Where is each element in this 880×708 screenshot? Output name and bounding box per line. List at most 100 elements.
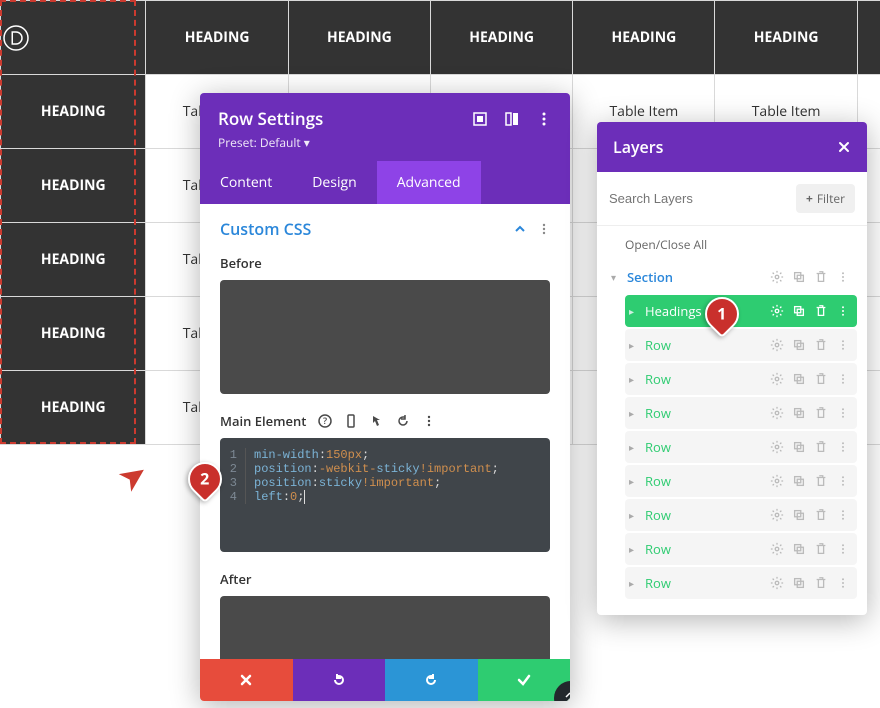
divi-logo-icon <box>1 23 31 53</box>
gear-icon[interactable] <box>769 439 785 455</box>
duplicate-icon[interactable] <box>791 405 807 421</box>
preset-label[interactable]: Preset: Default ▾ <box>218 134 552 151</box>
undo-button[interactable] <box>293 659 386 701</box>
duplicate-icon[interactable] <box>791 303 807 319</box>
duplicate-icon[interactable] <box>791 575 807 591</box>
layers-panel: Layers +Filter Open/Close All ▾ Section … <box>597 122 867 615</box>
redo-button[interactable] <box>385 659 478 701</box>
duplicate-icon[interactable] <box>791 473 807 489</box>
gear-icon[interactable] <box>769 507 785 523</box>
duplicate-icon[interactable] <box>791 541 807 557</box>
trash-icon[interactable] <box>813 303 829 319</box>
more-icon[interactable] <box>835 541 851 557</box>
main-element-css-input[interactable]: 1min-width: 150px; 2position: -webkit-st… <box>220 438 550 552</box>
reset-icon[interactable] <box>396 414 410 428</box>
trash-icon[interactable] <box>813 337 829 353</box>
layer-row[interactable]: ▸Row <box>625 431 857 463</box>
trash-icon[interactable] <box>813 541 829 557</box>
gear-icon[interactable] <box>769 575 785 591</box>
trash-icon[interactable] <box>813 507 829 523</box>
duplicate-icon[interactable] <box>791 269 807 285</box>
more-icon[interactable] <box>835 337 851 353</box>
row-heading: HEADING <box>1 75 146 149</box>
layers-title: Layers <box>613 136 663 158</box>
tab-design[interactable]: Design <box>292 161 376 204</box>
duplicate-icon[interactable] <box>791 371 807 387</box>
layer-row[interactable]: ▸Row <box>625 363 857 395</box>
modal-tabs: Content Design Advanced <box>200 161 570 204</box>
close-icon[interactable] <box>837 140 851 154</box>
gear-icon[interactable] <box>769 371 785 387</box>
gear-icon[interactable] <box>769 473 785 489</box>
layer-row[interactable]: ▸Row <box>625 533 857 565</box>
search-layers-input[interactable] <box>609 184 786 213</box>
snap-icon[interactable] <box>504 111 520 127</box>
filter-button[interactable]: +Filter <box>796 184 855 213</box>
row-settings-modal: Row Settings Preset: Default ▾ Content D… <box>200 93 570 701</box>
after-label: After <box>220 570 550 588</box>
before-label: Before <box>220 254 550 272</box>
trash-icon[interactable] <box>813 405 829 421</box>
col-heading: HEADING <box>146 1 288 75</box>
layer-row[interactable]: ▸Row <box>625 397 857 429</box>
expand-icon[interactable] <box>472 111 488 127</box>
layer-row[interactable]: ▸Row <box>625 499 857 531</box>
gear-icon[interactable] <box>769 303 785 319</box>
discard-button[interactable] <box>200 659 293 701</box>
field-more-icon[interactable] <box>422 414 436 428</box>
duplicate-icon[interactable] <box>791 507 807 523</box>
row-heading: HEADING <box>1 149 146 223</box>
col-heading: HEADING <box>715 1 857 75</box>
trash-icon[interactable] <box>813 371 829 387</box>
row-heading: HEADING <box>1 371 146 445</box>
tab-advanced[interactable]: Advanced <box>377 161 481 204</box>
row-heading: HEADING <box>1 223 146 297</box>
duplicate-icon[interactable] <box>791 337 807 353</box>
duplicate-icon[interactable] <box>791 439 807 455</box>
more-icon[interactable] <box>835 371 851 387</box>
gear-icon[interactable] <box>769 337 785 353</box>
collapse-icon[interactable] <box>514 223 526 235</box>
trash-icon[interactable] <box>813 269 829 285</box>
modal-body: Custom CSS Before Main Element ? 1min-wi… <box>200 204 570 659</box>
open-close-all[interactable]: Open/Close All <box>597 226 867 261</box>
more-icon[interactable] <box>835 473 851 489</box>
layer-row[interactable]: ▸Row <box>625 567 857 599</box>
layer-row[interactable]: ▸Row <box>625 465 857 497</box>
trash-icon[interactable] <box>813 439 829 455</box>
modal-title: Row Settings <box>218 107 323 130</box>
more-icon[interactable] <box>835 303 851 319</box>
gear-icon[interactable] <box>769 541 785 557</box>
more-icon[interactable] <box>536 111 552 127</box>
trash-icon[interactable] <box>813 575 829 591</box>
col-heading: HEADING <box>857 1 880 75</box>
svg-text:?: ? <box>323 414 327 427</box>
col-heading: HEADING <box>288 1 430 75</box>
empty-cell <box>1 445 146 519</box>
tab-content[interactable]: Content <box>200 161 292 204</box>
section-more-icon[interactable] <box>538 223 550 235</box>
after-css-input[interactable] <box>220 596 550 659</box>
before-css-input[interactable] <box>220 280 550 394</box>
more-icon[interactable] <box>835 405 851 421</box>
layer-section[interactable]: ▾ Section <box>607 261 857 293</box>
more-icon[interactable] <box>835 507 851 523</box>
layer-headings[interactable]: ▸ Headings <box>625 295 857 327</box>
gear-icon[interactable] <box>769 269 785 285</box>
layer-row[interactable]: ▸Row <box>625 329 857 361</box>
more-icon[interactable] <box>835 269 851 285</box>
section-title[interactable]: Custom CSS <box>220 218 311 240</box>
hover-icon[interactable] <box>370 414 384 428</box>
more-icon[interactable] <box>835 439 851 455</box>
logo-cell <box>1 1 146 75</box>
help-icon[interactable]: ? <box>318 414 332 428</box>
col-heading: HEADING <box>430 1 572 75</box>
trash-icon[interactable] <box>813 473 829 489</box>
more-icon[interactable] <box>835 575 851 591</box>
gear-icon[interactable] <box>769 405 785 421</box>
main-element-label: Main Element <box>220 412 306 430</box>
layers-header[interactable]: Layers <box>597 122 867 172</box>
modal-header[interactable]: Row Settings Preset: Default ▾ <box>200 93 570 161</box>
phone-icon[interactable] <box>344 414 358 428</box>
col-heading: HEADING <box>573 1 715 75</box>
